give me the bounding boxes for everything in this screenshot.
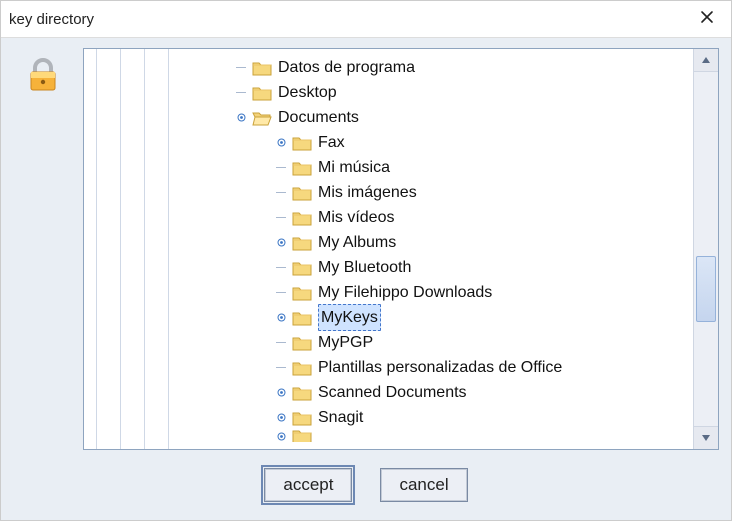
tree-item-label: Plantillas personalizadas de Office [318,355,562,380]
dialog-title: key directory [9,11,94,28]
scroll-down-icon [701,430,711,446]
dialog-body: Datos de programaDesktopDocumentsFaxMi m… [1,38,731,520]
titlebar: key directory [1,1,731,38]
folder-closed-icon [252,59,272,77]
tree-branch-line [274,211,288,225]
folder-closed-icon [292,184,312,202]
tree-item-label: My Filehippo Downloads [318,280,492,305]
folder-closed-icon [292,134,312,152]
expand-handle-icon[interactable] [274,386,288,400]
button-row: accept cancel [1,456,731,520]
accept-button[interactable]: accept [264,468,352,502]
tree-branch-line [274,186,288,200]
tree-item-label: Datos de programa [278,55,415,80]
folder-closed-icon [292,309,312,327]
dialog-window: key directory [0,0,732,521]
vertical-scrollbar[interactable] [693,49,718,449]
tree-branch-line [234,86,248,100]
tree-item-mybt[interactable]: My Bluetooth [84,255,693,280]
folder-closed-icon [292,430,312,442]
tree-branch-line [274,286,288,300]
tree-viewport[interactable]: Datos de programaDesktopDocumentsFaxMi m… [84,49,693,449]
tree-branch-line [274,361,288,375]
folder-closed-icon [292,409,312,427]
folder-tree: Datos de programaDesktopDocumentsFaxMi m… [84,49,693,448]
lock-icon [23,54,63,97]
tree-item-label: My Bluetooth [318,255,411,280]
folder-closed-icon [292,284,312,302]
folder-closed-icon [292,359,312,377]
scroll-thumb[interactable] [696,256,716,322]
tree-branch-line [274,161,288,175]
tree-item-label: Mi música [318,155,390,180]
lock-column [13,48,73,450]
tree-item-clipped [84,430,693,442]
tree-item-label: Mis vídeos [318,205,394,230]
tree-item-misimg[interactable]: Mis imágenes [84,180,693,205]
folder-open-icon [252,109,272,127]
tree-item-label: Snagit [318,405,363,430]
expand-handle-icon[interactable] [274,236,288,250]
tree-item-documents[interactable]: Documents [84,105,693,130]
tree-item-myalbums[interactable]: My Albums [84,230,693,255]
tree-item-mypgp[interactable]: MyPGP [84,330,693,355]
folder-closed-icon [292,234,312,252]
tree-item-scanned[interactable]: Scanned Documents [84,380,693,405]
tree-item-label: My Albums [318,230,396,255]
tree-item-desktop[interactable]: Desktop [84,80,693,105]
tree-branch-line [274,336,288,350]
expand-handle-icon[interactable] [274,411,288,425]
tree-item-fax[interactable]: Fax [84,130,693,155]
scroll-up-button[interactable] [694,49,718,72]
folder-closed-icon [292,209,312,227]
tree-item-mykeys[interactable]: MyKeys [84,305,693,330]
main-row: Datos de programaDesktopDocumentsFaxMi m… [1,38,731,456]
tree-item-plantillas[interactable]: Plantillas personalizadas de Office [84,355,693,380]
tree-branch-line [274,261,288,275]
expand-handle-icon[interactable] [234,111,248,125]
folder-closed-icon [252,84,272,102]
tree-item-myfhdl[interactable]: My Filehippo Downloads [84,280,693,305]
tree-item-misvid[interactable]: Mis vídeos [84,205,693,230]
tree-item-label: Desktop [278,80,337,105]
folder-closed-icon [292,159,312,177]
tree-item-label: Scanned Documents [318,380,467,405]
tree-item-label: MyKeys [318,304,381,331]
close-icon [700,10,714,28]
tree-panel: Datos de programaDesktopDocumentsFaxMi m… [83,48,719,450]
tree-item-snagit[interactable]: Snagit [84,405,693,430]
tree-item-label: Documents [278,105,359,130]
tree-branch-line [234,61,248,75]
tree-item-label: Fax [318,130,345,155]
scroll-down-button[interactable] [694,426,718,449]
cancel-button[interactable]: cancel [380,468,467,502]
tree-item-label: Mis imágenes [318,180,417,205]
expand-handle-icon[interactable] [274,311,288,325]
expand-handle-icon [274,430,288,442]
scroll-up-icon [701,52,711,68]
folder-closed-icon [292,259,312,277]
scroll-track[interactable] [694,72,718,426]
tree-item-label: MyPGP [318,330,373,355]
folder-closed-icon [292,384,312,402]
folder-closed-icon [292,334,312,352]
tree-item-datos[interactable]: Datos de programa [84,55,693,80]
tree-item-mimusica[interactable]: Mi música [84,155,693,180]
close-button[interactable] [693,5,721,33]
expand-handle-icon[interactable] [274,136,288,150]
